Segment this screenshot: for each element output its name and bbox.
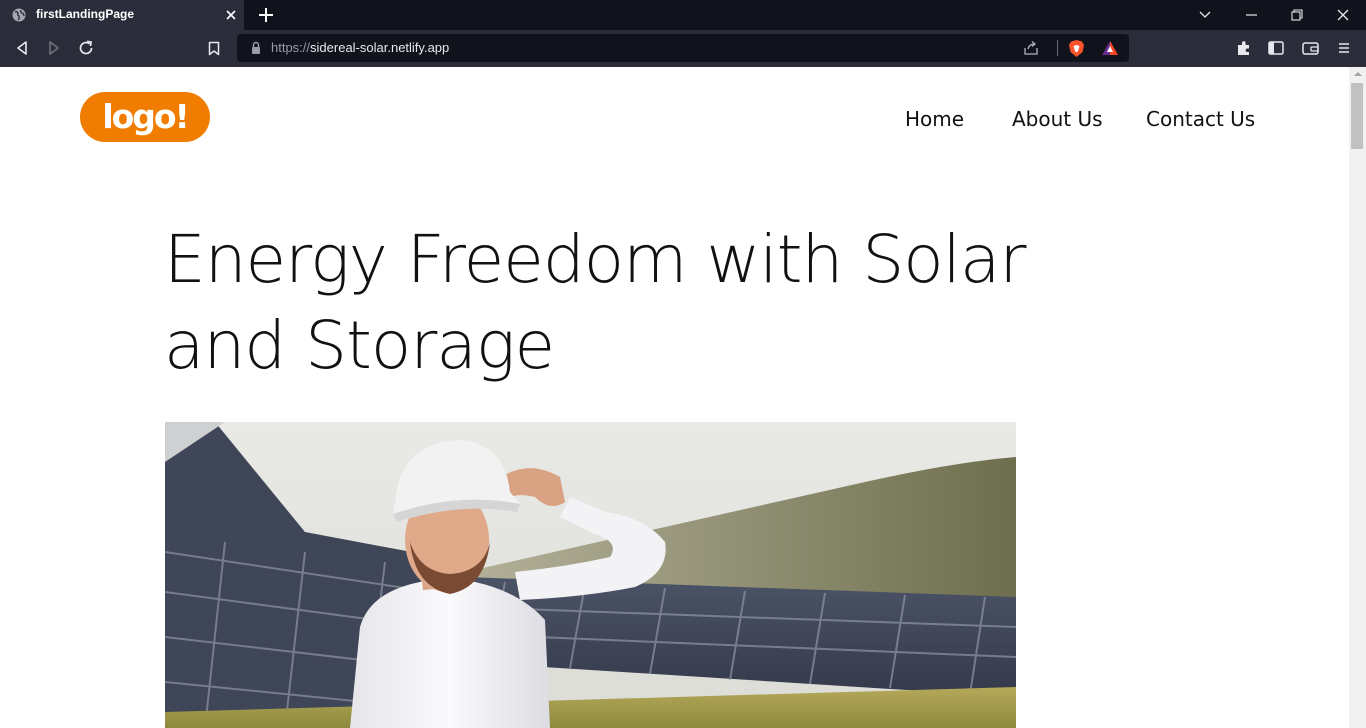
restore-button[interactable] bbox=[1274, 0, 1320, 30]
bookmark-button[interactable] bbox=[205, 39, 223, 57]
tab-title: firstLandingPage bbox=[36, 7, 135, 21]
back-button[interactable] bbox=[13, 39, 31, 57]
svg-text:logo!: logo! bbox=[102, 97, 187, 136]
close-window-button[interactable] bbox=[1320, 0, 1366, 30]
tab-active[interactable]: firstLandingPage bbox=[0, 0, 244, 30]
hero-title: Energy Freedom with Solar and Storage bbox=[164, 221, 1027, 384]
new-tab-icon[interactable] bbox=[258, 7, 274, 23]
close-icon bbox=[1337, 9, 1349, 21]
lock-icon bbox=[252, 41, 260, 54]
tab-strip: firstLandingPage bbox=[0, 0, 1366, 30]
extensions-button[interactable] bbox=[1235, 39, 1253, 57]
wallet-icon bbox=[1301, 42, 1319, 55]
wallet-button[interactable] bbox=[1301, 39, 1319, 57]
forward-arrow-icon bbox=[49, 41, 59, 55]
globe-icon bbox=[12, 8, 26, 22]
scroll-thumb[interactable] bbox=[1351, 83, 1363, 149]
hamburger-menu-icon bbox=[1339, 43, 1349, 53]
minimize-button[interactable] bbox=[1228, 0, 1274, 30]
url-separator bbox=[1057, 40, 1058, 56]
sidebar-button[interactable] bbox=[1267, 39, 1285, 57]
puzzle-icon bbox=[1238, 41, 1249, 55]
menu-button[interactable] bbox=[1335, 39, 1353, 57]
forward-button[interactable] bbox=[45, 39, 63, 57]
url-text: https://sidereal-solar.netlify.app bbox=[271, 40, 449, 55]
brave-shields-icon[interactable] bbox=[1068, 39, 1085, 58]
browser-toolbar: https://sidereal-solar.netlify.app bbox=[0, 30, 1366, 67]
back-arrow-icon bbox=[17, 41, 27, 55]
reload-button[interactable] bbox=[77, 39, 95, 57]
nav-about-link[interactable]: About Us bbox=[1012, 107, 1103, 131]
logo[interactable]: logo! bbox=[80, 92, 210, 142]
nav-home-link[interactable]: Home bbox=[905, 107, 964, 131]
bookmark-icon bbox=[208, 41, 220, 55]
nav-contact-link[interactable]: Contact Us bbox=[1146, 107, 1255, 131]
hero-image bbox=[165, 422, 1016, 728]
close-tab-icon[interactable] bbox=[224, 8, 238, 22]
page-scrollbar[interactable] bbox=[1349, 67, 1366, 728]
sidebar-icon bbox=[1268, 41, 1284, 55]
url-host: sidereal-solar.netlify.app bbox=[310, 40, 450, 55]
page-viewport: logo! Home About Us Contact Us Energy Fr… bbox=[0, 67, 1349, 728]
tab-search-button[interactable] bbox=[1182, 0, 1228, 30]
address-bar[interactable]: https://sidereal-solar.netlify.app bbox=[237, 34, 1129, 62]
scroll-up-arrow-icon[interactable] bbox=[1354, 72, 1362, 76]
restore-icon bbox=[1291, 9, 1303, 21]
chevron-down-icon bbox=[1199, 11, 1211, 18]
reload-icon bbox=[79, 40, 93, 55]
share-icon[interactable] bbox=[1023, 40, 1039, 56]
brave-rewards-icon[interactable] bbox=[1101, 40, 1119, 56]
minimize-icon bbox=[1245, 14, 1257, 16]
url-scheme: https:// bbox=[271, 40, 311, 55]
